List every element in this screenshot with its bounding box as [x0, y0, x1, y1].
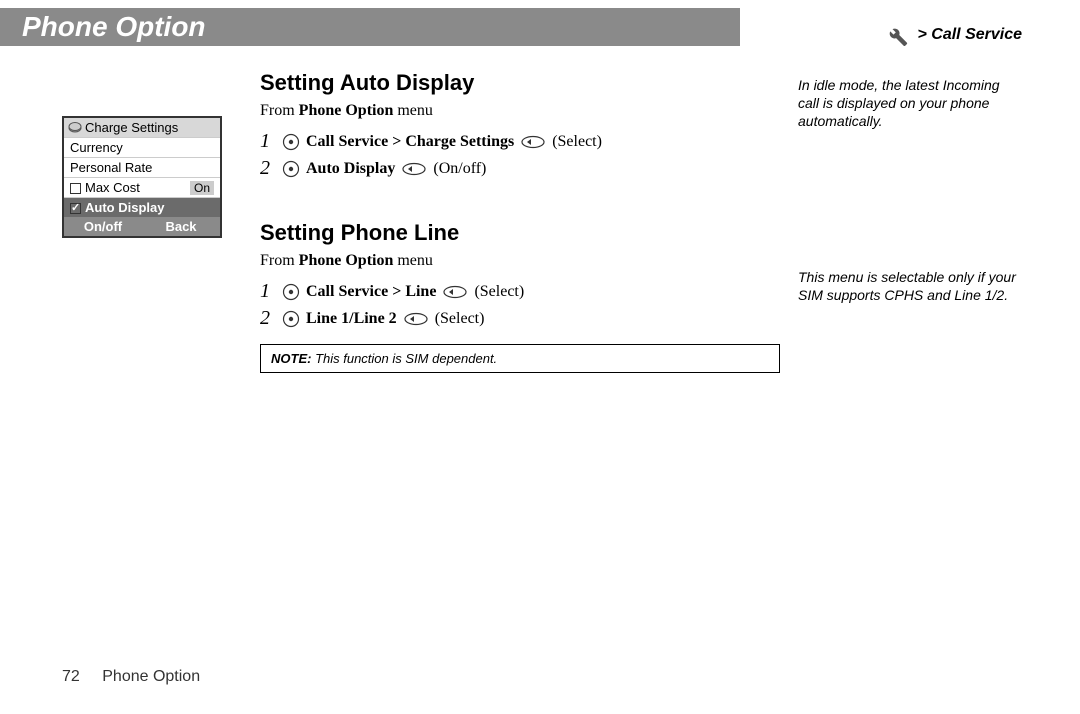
breadcrumb: > Call Service [917, 26, 1022, 44]
page-title: Phone Option [22, 11, 206, 43]
screenshot-row-currency: Currency [64, 137, 220, 157]
section-title-phone-line: Setting Phone Line [260, 220, 780, 246]
checkbox-empty-icon [70, 183, 81, 194]
softkey-left: On/off [64, 217, 142, 236]
step-2-2: 2 Line 1/Line 2 (Select) [260, 307, 780, 330]
screenshot-header: Charge Settings [64, 118, 220, 137]
nav-key-icon [282, 160, 300, 178]
from-line-2: From Phone Option menu [260, 252, 780, 270]
note-box: NOTE: This function is SIM dependent. [260, 344, 780, 373]
header-bar: Phone Option [0, 8, 740, 46]
wrench-icon [883, 22, 909, 48]
section-title-auto-display: Setting Auto Display [260, 70, 780, 96]
softkey-icon [442, 285, 468, 299]
breadcrumb-area: > Call Service [883, 22, 1022, 48]
from-line-1: From Phone Option menu [260, 102, 780, 120]
softkey-icon [403, 312, 429, 326]
phone-screenshot: Charge Settings Currency Personal Rate M… [62, 116, 222, 238]
screenshot-header-text: Charge Settings [85, 120, 178, 135]
screenshot-softkeys: On/off Back [64, 217, 220, 236]
step-1-2: 2 Auto Display (On/off) [260, 157, 780, 180]
softkey-icon [520, 135, 546, 149]
nav-key-icon [282, 283, 300, 301]
coin-icon [68, 121, 82, 135]
screenshot-row-max-cost: Max Cost On [64, 177, 220, 197]
checkbox-checked-icon [70, 203, 81, 214]
footer-label: Phone Option [102, 668, 200, 685]
step-2-1: 1 Call Service > Line (Select) [260, 280, 780, 303]
on-badge: On [190, 181, 214, 195]
step-1-1: 1 Call Service > Charge Settings (Select… [260, 130, 780, 153]
screenshot-row-personal-rate: Personal Rate [64, 157, 220, 177]
page-footer: 72 Phone Option [62, 668, 200, 686]
screenshot-row-auto-display: Auto Display [64, 197, 220, 217]
softkey-right: Back [142, 217, 220, 236]
nav-key-icon [282, 133, 300, 151]
side-note-1: In idle mode, the latest Incoming call i… [798, 76, 1018, 131]
side-note-2: This menu is selectable only if your SIM… [798, 268, 1018, 304]
page-number: 72 [62, 668, 80, 685]
nav-key-icon [282, 310, 300, 328]
softkey-icon [401, 162, 427, 176]
